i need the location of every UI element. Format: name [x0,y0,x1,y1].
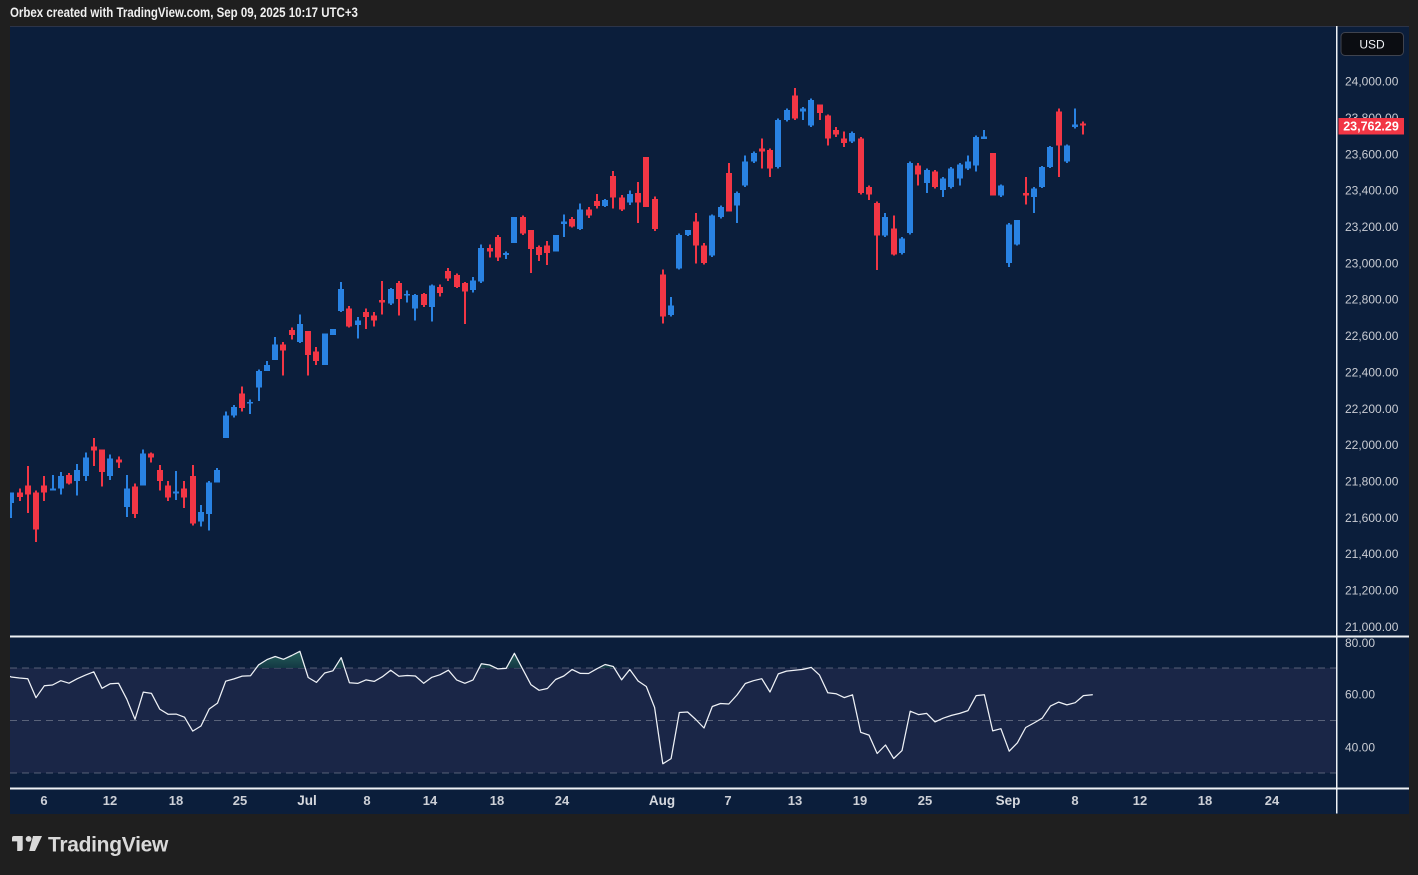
svg-text:40.00: 40.00 [1345,740,1375,754]
svg-text:23,600.00: 23,600.00 [1345,147,1399,161]
svg-text:12: 12 [103,793,117,808]
svg-text:USD: USD [1359,38,1385,52]
svg-text:21,200.00: 21,200.00 [1345,584,1399,598]
svg-text:23,400.00: 23,400.00 [1345,184,1399,198]
svg-text:23,762.29: 23,762.29 [1343,120,1399,134]
svg-text:18: 18 [490,793,504,808]
svg-text:21,400.00: 21,400.00 [1345,547,1399,561]
svg-text:18: 18 [169,793,183,808]
svg-text:22,800.00: 22,800.00 [1345,293,1399,307]
svg-text:25: 25 [233,793,247,808]
svg-text:24,000.00: 24,000.00 [1345,75,1399,89]
svg-text:21,000.00: 21,000.00 [1345,620,1399,634]
svg-text:6: 6 [40,793,47,808]
svg-text:25: 25 [918,793,932,808]
svg-text:Sep: Sep [996,793,1021,808]
svg-text:21,600.00: 21,600.00 [1345,511,1399,525]
svg-text:22,000.00: 22,000.00 [1345,438,1399,452]
svg-text:Jul: Jul [297,793,317,808]
svg-text:7: 7 [724,793,731,808]
svg-text:24: 24 [555,793,570,808]
svg-text:22,400.00: 22,400.00 [1345,365,1399,379]
svg-text:13: 13 [788,793,802,808]
svg-text:19: 19 [853,793,867,808]
svg-text:23,000.00: 23,000.00 [1345,256,1399,270]
svg-text:21,800.00: 21,800.00 [1345,474,1399,488]
svg-text:8: 8 [363,793,370,808]
svg-text:22,200.00: 22,200.00 [1345,402,1399,416]
svg-text:18: 18 [1198,793,1212,808]
svg-text:22,600.00: 22,600.00 [1345,329,1399,343]
svg-text:TradingView: TradingView [48,836,169,857]
svg-text:23,200.00: 23,200.00 [1345,220,1399,234]
svg-text:Aug: Aug [649,793,675,808]
svg-text:80.00: 80.00 [1345,636,1375,650]
svg-text:8: 8 [1071,793,1078,808]
svg-text:60.00: 60.00 [1345,688,1375,702]
svg-text:14: 14 [423,793,438,808]
svg-text:12: 12 [1133,793,1147,808]
svg-text:24: 24 [1265,793,1280,808]
